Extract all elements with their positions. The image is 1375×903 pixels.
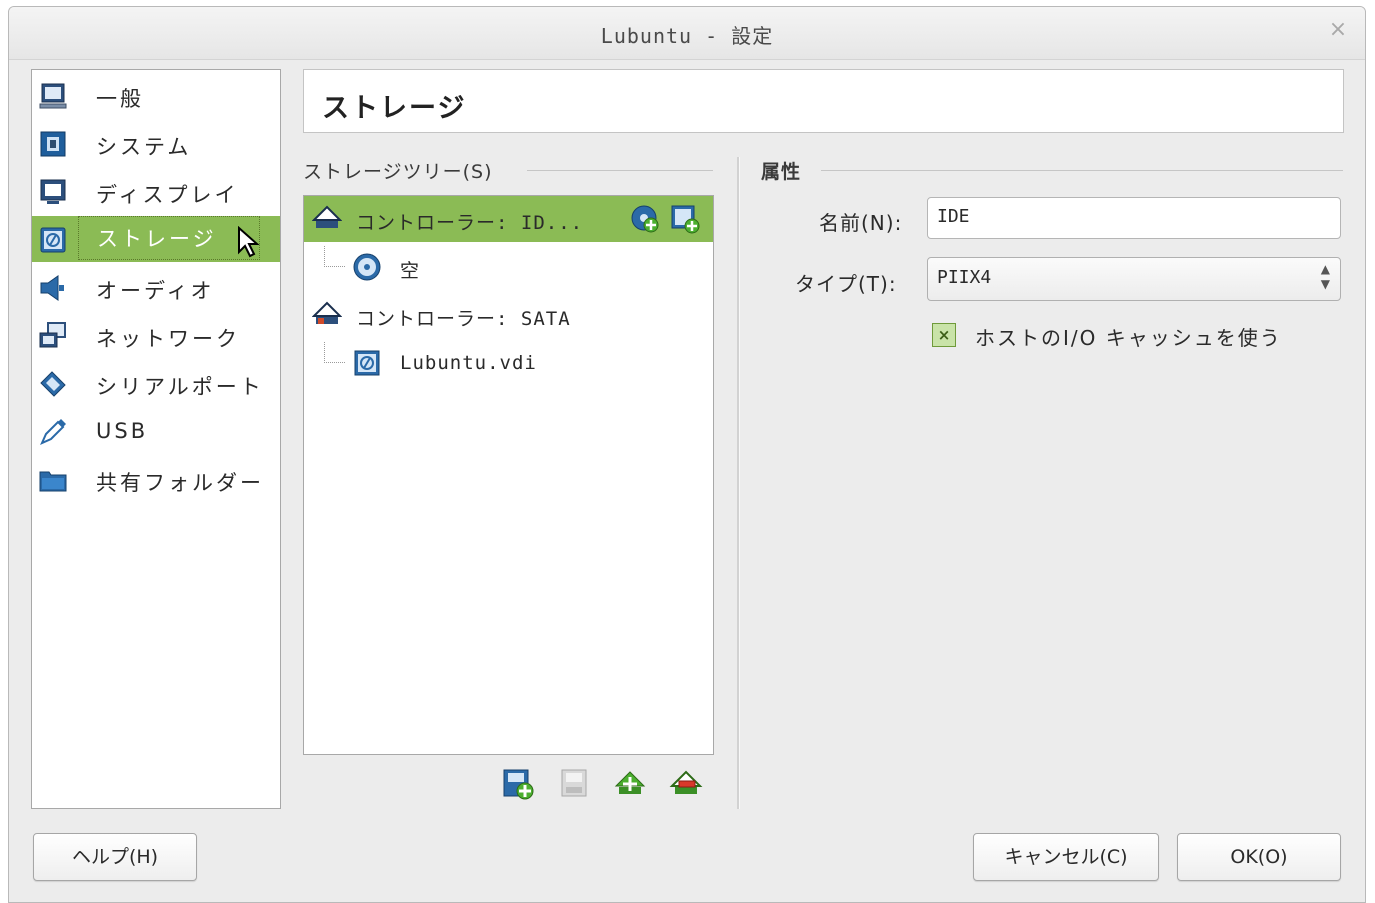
hard-disk-icon [354,350,380,376]
add-attachment-icon[interactable] [501,767,535,801]
remove-controller-icon[interactable] [669,767,703,801]
sidebar-item-label: ディスプレイ [96,183,239,207]
sata-controller-icon [312,301,342,324]
add-hard-disk-icon[interactable] [670,204,700,234]
tree-item-ide-controller[interactable]: コントローラー: ID... [304,196,713,242]
sidebar-item-audio[interactable]: オーディオ [32,264,280,310]
optical-disc-icon [353,253,381,281]
host-io-cache-label[interactable]: ホストのI/O キャッシュを使う [975,322,1282,351]
usb-icon [40,419,66,445]
tree-item-label: コントローラー: SATA [356,308,571,330]
sidebar-item-label: シリアルポート [96,375,264,399]
page-header: ストレージ [303,69,1344,133]
sidebar-item-label: ストレージ [78,216,260,260]
monitor-icon [40,179,66,204]
tree-item-label: Lubuntu.vdi [400,352,537,374]
hard-disk-icon [40,227,66,253]
sidebar-item-label: USB [96,419,149,443]
mouse-cursor-icon [238,226,260,258]
sidebar-item-network[interactable]: ネットワーク [32,312,280,358]
sidebar-item-system[interactable]: システム [32,120,280,166]
chip-icon [40,131,66,157]
attributes-section-label: 属性 [761,161,802,183]
title-bar[interactable]: Lubuntu - 設定 × [9,7,1365,60]
tree-item-label: コントローラー: ID... [356,212,584,234]
help-button[interactable]: ヘルプ(H) [33,833,197,881]
type-field-label: タイプ(T): [795,272,897,296]
add-optical-drive-icon[interactable] [630,204,660,234]
spinner-arrows-icon: ▲ ▼ [1320,262,1330,291]
storage-tree[interactable]: コントローラー: ID... 空 コントローラー: SATA Lubuntu.v… [303,195,714,755]
remove-attachment-icon[interactable] [557,767,591,801]
sidebar-item-usb[interactable]: USB [32,408,280,454]
sidebar-item-general[interactable]: 一般 [32,72,280,118]
tree-item-optical-empty[interactable]: 空 [304,244,713,290]
tree-item-label: 空 [400,260,421,282]
page-title: ストレージ [322,93,467,124]
sidebar-item-serial-port[interactable]: シリアルポート [32,360,280,406]
add-controller-icon[interactable] [613,767,647,801]
close-icon[interactable]: × [1327,19,1349,41]
ok-button[interactable]: OK(O) [1177,833,1341,881]
sidebar-item-storage[interactable]: ストレージ [32,216,280,262]
settings-window: Lubuntu - 設定 × 一般 システム ディスプレイ ストレージ オーディ… [8,6,1366,903]
type-select[interactable]: PIIX4 ▲ ▼ [927,257,1341,301]
sidebar-item-shared-folders[interactable]: 共有フォルダー [32,456,280,502]
folder-icon [39,471,67,492]
ide-controller-icon [312,205,342,228]
cancel-button[interactable]: キャンセル(C) [973,833,1159,881]
vertical-divider [737,157,740,809]
sidebar-item-label: オーディオ [96,279,215,303]
name-field[interactable]: IDE [927,197,1341,239]
type-select-value: PIIX4 [937,267,992,288]
section-divider [527,170,713,171]
tree-item-disk-image[interactable]: Lubuntu.vdi [304,340,713,386]
sidebar-item-label: 共有フォルダー [96,471,264,495]
computer-icon [39,83,67,109]
sidebar-item-label: ネットワーク [96,327,240,351]
sidebar-item-label: システム [96,135,192,159]
storage-tree-label: ストレージツリー(S) [303,161,493,183]
tree-item-sata-controller[interactable]: コントローラー: SATA [304,292,713,338]
network-icon [39,322,66,348]
sidebar-item-display[interactable]: ディスプレイ [32,168,280,214]
name-field-label: 名前(N): [819,211,903,235]
host-io-cache-checkbox[interactable]: × [932,323,956,347]
sidebar-item-label: 一般 [96,87,144,111]
speaker-icon [40,275,64,301]
settings-sidebar: 一般 システム ディスプレイ ストレージ オーディオ ネットワーク シリアルポー… [31,69,281,809]
serial-port-icon [40,371,66,397]
window-title: Lubuntu - 設定 [600,24,774,48]
section-divider [821,170,1343,171]
